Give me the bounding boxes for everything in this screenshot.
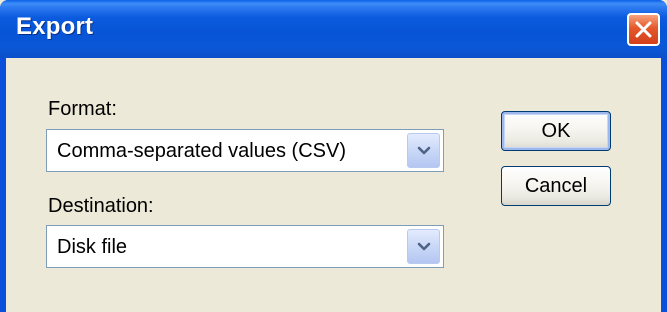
format-select[interactable]: Comma-separated values (CSV) xyxy=(46,129,444,172)
title-bar[interactable]: Export xyxy=(0,0,667,58)
dialog-body: Format: Comma-separated values (CSV) Des… xyxy=(6,58,661,312)
destination-select[interactable]: Disk file xyxy=(46,225,444,268)
format-selected-value: Comma-separated values (CSV) xyxy=(57,140,346,162)
close-icon xyxy=(635,21,652,38)
ok-button[interactable]: OK xyxy=(501,111,611,151)
chevron-down-icon xyxy=(417,242,431,251)
dialog-title: Export xyxy=(16,13,94,40)
format-label: Format: xyxy=(48,98,117,120)
export-dialog: Export Format: Comma-separated values (C… xyxy=(0,0,667,312)
close-button[interactable] xyxy=(627,13,660,46)
chevron-down-icon xyxy=(417,146,431,155)
destination-label: Destination: xyxy=(48,195,154,217)
cancel-button[interactable]: Cancel xyxy=(501,166,611,206)
destination-dropdown-button[interactable] xyxy=(407,229,440,264)
destination-selected-value: Disk file xyxy=(57,236,128,258)
format-dropdown-button[interactable] xyxy=(407,133,440,168)
